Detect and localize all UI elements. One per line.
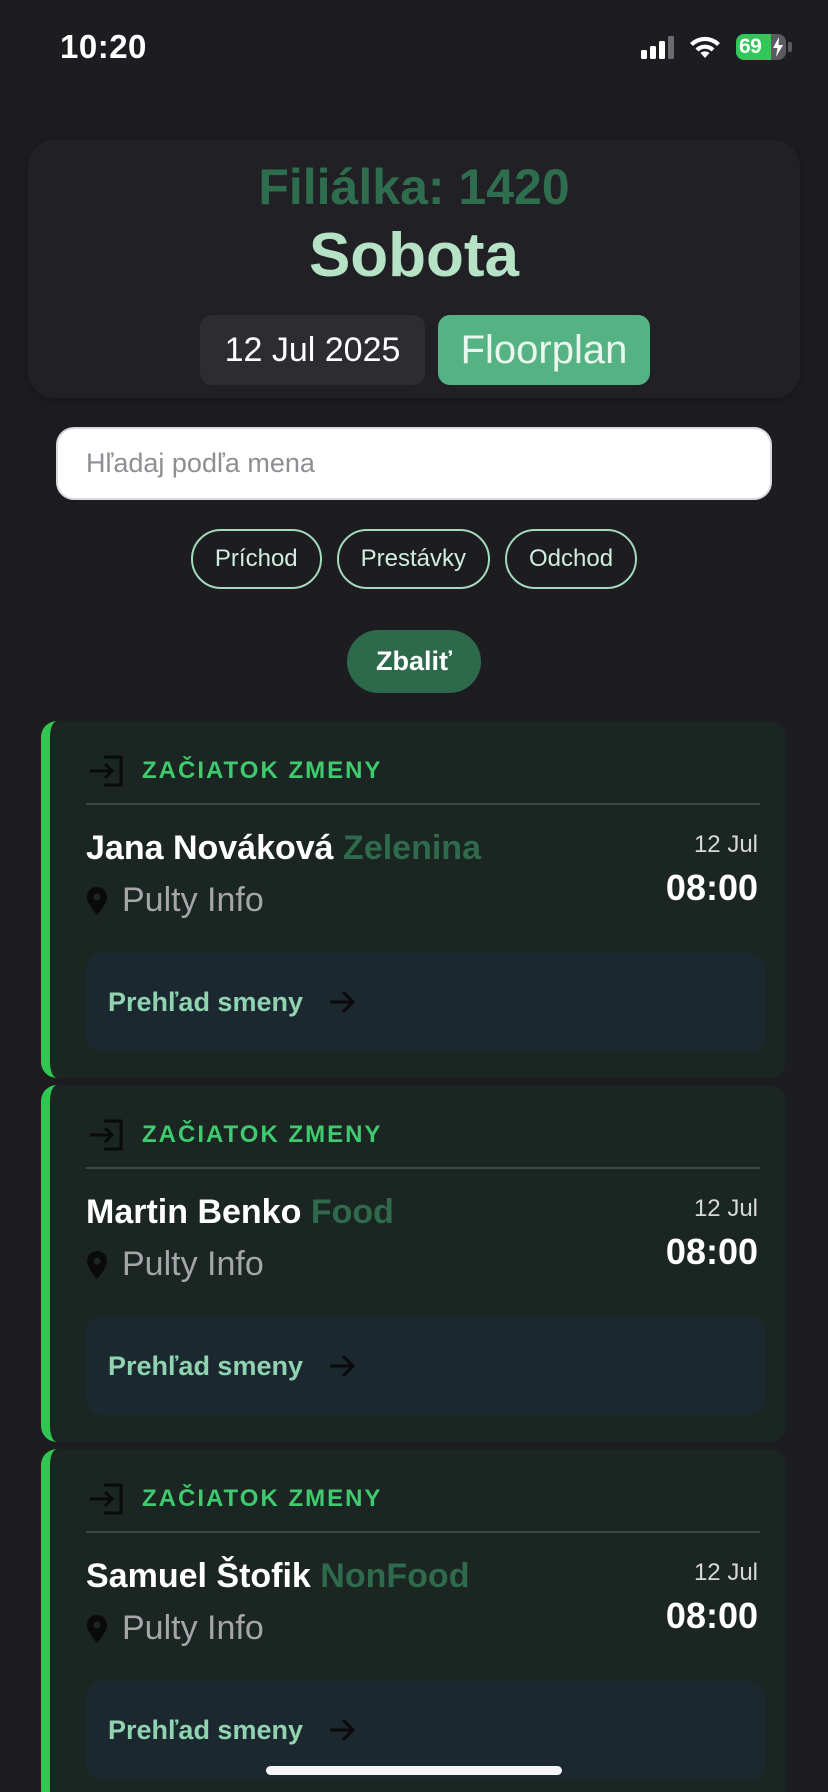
- shift-overview-label: Prehľad smeny: [108, 1714, 303, 1745]
- shift-overview-button[interactable]: Prehľad smeny: [86, 953, 766, 1051]
- shift-date: 12 Jul: [693, 831, 758, 858]
- battery-indicator: 69: [736, 34, 792, 60]
- collapse-button[interactable]: Zbaliť: [347, 630, 481, 693]
- shift-date: 12 Jul: [693, 1195, 758, 1222]
- shift-status-row: ZAČIATOK ZMENY: [88, 1115, 382, 1155]
- shift-card[interactable]: ZAČIATOK ZMENY Samuel Štofik NonFood Pul…: [41, 1449, 786, 1792]
- employee-name: Samuel Štofik: [86, 1557, 311, 1595]
- status-icons: 69: [641, 34, 792, 60]
- location-label: Pulty Info: [122, 1609, 264, 1647]
- divider: [86, 803, 760, 805]
- location-label: Pulty Info: [122, 1245, 264, 1283]
- arrow-right-icon: [330, 990, 356, 1014]
- filter-chips: Príchod Prestávky Odchod: [0, 529, 828, 589]
- shift-status: ZAČIATOK ZMENY: [142, 1121, 383, 1148]
- home-indicator[interactable]: [266, 1766, 562, 1775]
- arrow-right-icon: [330, 1718, 356, 1742]
- shift-card[interactable]: ZAČIATOK ZMENY Martin Benko Food Pulty I…: [41, 1085, 786, 1442]
- employee-department: Food: [310, 1193, 394, 1231]
- employee-department: NonFood: [320, 1557, 470, 1595]
- shift-card[interactable]: ZAČIATOK ZMENY Jana Nováková Zelenina Pu…: [41, 721, 786, 1078]
- battery-percent: 69: [739, 35, 762, 58]
- cellular-signal-icon: [641, 35, 674, 59]
- date-picker[interactable]: 12 Jul 2025: [200, 315, 425, 385]
- charging-bolt-icon: [773, 37, 783, 57]
- location-pin-icon: [87, 1614, 107, 1643]
- filter-chip-breaks[interactable]: Prestávky: [336, 529, 491, 589]
- shift-time: 08:00: [665, 867, 758, 908]
- enter-icon: [90, 1119, 123, 1151]
- divider: [86, 1531, 760, 1533]
- enter-icon: [90, 755, 123, 787]
- location-row: Pulty Info: [86, 1609, 264, 1648]
- shift-status-row: ZAČIATOK ZMENY: [88, 751, 382, 791]
- battery-charging-icon: 69: [736, 34, 786, 60]
- day-title: Sobota: [308, 221, 520, 290]
- employee-line: Samuel Štofik NonFood: [86, 1557, 469, 1596]
- location-pin-icon: [87, 1250, 107, 1279]
- location-label: Pulty Info: [122, 881, 264, 919]
- filter-chip-arrival[interactable]: Príchod: [190, 529, 322, 589]
- filter-chip-departure[interactable]: Odchod: [505, 529, 638, 589]
- status-time: 10:20: [60, 28, 147, 65]
- employee-name: Martin Benko: [86, 1193, 302, 1231]
- shift-overview-label: Prehľad smeny: [108, 1350, 303, 1381]
- shift-overview-label: Prehľad smeny: [108, 986, 303, 1017]
- search-input[interactable]: [56, 427, 772, 500]
- enter-icon: [90, 1483, 123, 1515]
- employee-line: Martin Benko Food: [86, 1193, 394, 1232]
- shift-time: 08:00: [665, 1231, 758, 1272]
- shift-time: 08:00: [665, 1595, 758, 1636]
- status-bar: 10:20 69: [0, 0, 828, 100]
- shift-overview-button[interactable]: Prehľad smeny: [86, 1681, 766, 1779]
- header-card: Filiálka: 1420 Sobota 12 Jul 2025 Floorp…: [28, 140, 800, 398]
- location-row: Pulty Info: [86, 1245, 264, 1284]
- employee-department: Zelenina: [343, 829, 481, 867]
- wifi-icon: [690, 36, 720, 58]
- shift-status: ZAČIATOK ZMENY: [142, 1485, 383, 1512]
- shift-list-screen: 10:20 69 Filiálka: 1420 Sobota 12 Jul 20…: [0, 0, 828, 1792]
- shift-date: 12 Jul: [693, 1559, 758, 1586]
- shift-overview-button[interactable]: Prehľad smeny: [86, 1317, 766, 1415]
- floorplan-button[interactable]: Floorplan: [438, 315, 650, 385]
- location-row: Pulty Info: [86, 881, 264, 920]
- shift-status: ZAČIATOK ZMENY: [142, 757, 383, 784]
- location-pin-icon: [87, 886, 107, 915]
- arrow-right-icon: [330, 1354, 356, 1378]
- branch-title: Filiálka: 1420: [258, 159, 570, 215]
- employee-name: Jana Nováková: [86, 829, 334, 867]
- shift-status-row: ZAČIATOK ZMENY: [88, 1479, 382, 1519]
- divider: [86, 1167, 760, 1169]
- employee-line: Jana Nováková Zelenina: [86, 829, 481, 868]
